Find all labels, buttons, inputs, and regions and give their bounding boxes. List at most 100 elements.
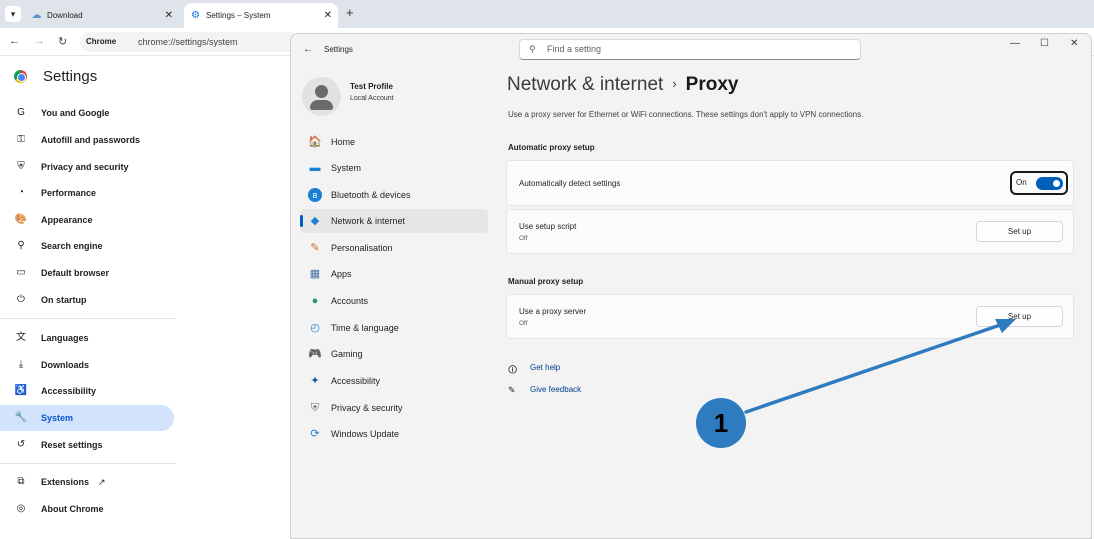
win-nav-home[interactable]: 🏠 Home xyxy=(300,130,488,154)
win-nav-windows-update[interactable]: ⟳ Windows Update xyxy=(300,422,488,446)
avatar[interactable] xyxy=(302,77,341,116)
chrome-nav-system[interactable]: 🔧 System xyxy=(0,405,174,431)
tab-title: Settings – System xyxy=(206,11,271,20)
detect-settings-toggle[interactable]: On xyxy=(1010,171,1068,195)
chrome-nav-on-startup[interactable]: ⏻ On startup xyxy=(0,287,174,313)
page-description: Use a proxy server for Ethernet or WiFi … xyxy=(508,110,864,119)
proxy-server-label: Use a proxy server xyxy=(519,307,587,316)
nav-label: Time & language xyxy=(331,323,399,333)
download-icon: ⤓ xyxy=(18,359,24,370)
toggle-state-label: On xyxy=(1016,178,1027,187)
chevron-right-icon: › xyxy=(672,76,677,91)
profile-name: Test Profile xyxy=(350,82,393,91)
nav-label: Accounts xyxy=(331,296,369,306)
nav-label: Apps xyxy=(331,269,352,279)
back-arrow-icon[interactable]: ← xyxy=(9,35,20,47)
forward-arrow-icon[interactable]: → xyxy=(34,35,45,47)
chrome-nav-performance[interactable]: ◔ Performance xyxy=(0,180,174,206)
tab-close-button[interactable]: ✕ xyxy=(165,3,173,28)
puzzle-icon: ⧉ xyxy=(17,476,25,487)
chrome-nav-downloads[interactable]: ⤓ Downloads xyxy=(0,352,174,378)
key-icon: ⚿ xyxy=(17,134,25,145)
person-icon: ● xyxy=(311,295,319,307)
nav-label: System xyxy=(41,413,74,423)
search-icon: ⚲ xyxy=(17,240,25,251)
win-nav-accessibility[interactable]: ✦ Accessibility xyxy=(300,369,488,393)
gear-icon: ⚙ xyxy=(191,10,200,21)
chrome-nav-languages[interactable]: 文 Languages xyxy=(0,325,174,351)
win-nav-accounts[interactable]: ● Accounts xyxy=(300,289,488,313)
proxy-server-setup-button[interactable]: Set up xyxy=(976,306,1063,327)
nav-divider xyxy=(0,463,176,464)
bluetooth-icon: ʙ xyxy=(308,188,322,202)
minimize-button[interactable]: — xyxy=(1010,38,1020,49)
chrome-nav-autofill[interactable]: ⚿ Autofill and passwords xyxy=(0,127,174,153)
accessibility-icon: ✦ xyxy=(310,375,320,387)
chrome-nav-appearance[interactable]: 🎨 Appearance xyxy=(0,207,174,233)
chrome-logo-icon xyxy=(14,70,27,83)
chrome-nav-accessibility[interactable]: ♿ Accessibility xyxy=(0,378,174,404)
close-button[interactable]: ✕ xyxy=(1070,38,1078,49)
win-nav-gaming[interactable]: 🎮 Gaming xyxy=(300,342,488,366)
win-nav-bluetooth[interactable]: ʙ Bluetooth & devices xyxy=(300,183,488,207)
annotation-badge: 1 xyxy=(696,398,746,448)
tab-close-button[interactable]: ✕ xyxy=(324,3,332,28)
window-title: Settings xyxy=(324,45,353,54)
section-heading-manual: Manual proxy setup xyxy=(508,277,584,286)
external-link-icon: ↗ xyxy=(98,477,106,487)
help-icon: 🛈 xyxy=(508,365,518,375)
browser-tab-strip: ▾ ☁ Download ✕ ⚙ Settings – System ✕ + xyxy=(0,0,1094,28)
globe-clock-icon: ◴ xyxy=(310,322,320,334)
google-icon: G xyxy=(17,107,25,118)
chrome-nav-extensions[interactable]: ⧉ Extensions ↗ xyxy=(0,469,174,495)
nav-label: Search engine xyxy=(41,241,103,251)
nav-label: Network & internet xyxy=(331,216,406,226)
nav-label: Accessibility xyxy=(331,376,381,386)
search-input[interactable]: ⚲ Find a setting xyxy=(519,39,861,60)
get-help-label: Get help xyxy=(530,363,561,372)
toggle-switch xyxy=(1036,177,1063,190)
cloud-icon: ☁ xyxy=(31,10,42,21)
chrome-nav-reset-settings[interactable]: ↺ Reset settings xyxy=(0,432,174,458)
win-nav-system[interactable]: ▬ System xyxy=(300,156,488,180)
setup-script-card: Use setup script Off Set up xyxy=(506,209,1074,254)
chrome-nav-search-engine[interactable]: ⚲ Search engine xyxy=(0,233,174,259)
breadcrumb-parent[interactable]: Network & internet xyxy=(507,74,663,95)
chrome-chip: Chrome xyxy=(86,37,117,46)
back-arrow-icon[interactable]: ← xyxy=(303,44,313,55)
setup-script-status: Off xyxy=(519,235,528,242)
page-title: Settings xyxy=(43,68,98,85)
chrome-nav-default-browser[interactable]: ▭ Default browser xyxy=(0,260,174,286)
setup-script-button[interactable]: Set up xyxy=(976,221,1063,242)
nav-label: About Chrome xyxy=(41,504,104,514)
nav-label: Privacy and security xyxy=(41,162,129,172)
tab-download[interactable]: ☁ Download ✕ xyxy=(25,3,179,28)
chrome-nav-about-chrome[interactable]: ◎ About Chrome xyxy=(0,496,174,522)
win-nav-network[interactable]: ◆ Network & internet xyxy=(300,209,488,233)
address-bar[interactable]: Chrome chrome://settings/system xyxy=(80,32,300,52)
win-nav-apps[interactable]: ▦ Apps xyxy=(300,262,488,286)
detect-settings-label: Automatically detect settings xyxy=(519,179,621,188)
win-nav-privacy[interactable]: ⛨ Privacy & security xyxy=(300,396,488,420)
speedometer-icon: ◔ xyxy=(17,187,25,198)
nav-divider xyxy=(0,318,176,319)
nav-label: Windows Update xyxy=(331,429,400,439)
nav-label: Default browser xyxy=(41,268,110,278)
nav-label: Downloads xyxy=(41,360,90,370)
win-nav-time-language[interactable]: ◴ Time & language xyxy=(300,316,488,340)
win-nav-personalisation[interactable]: ✎ Personalisation xyxy=(300,236,488,260)
shield-icon: ⛨ xyxy=(17,161,25,172)
address-url: chrome://settings/system xyxy=(138,37,238,47)
detect-settings-card: Automatically detect settings xyxy=(506,160,1074,206)
maximize-button[interactable]: ☐ xyxy=(1040,38,1049,49)
nav-label: Extensions xyxy=(41,477,90,487)
windows-settings-window: ← Settings ⚲ Find a setting — ☐ ✕ Test P… xyxy=(290,33,1092,539)
tab-settings-system[interactable]: ⚙ Settings – System ✕ xyxy=(184,3,338,28)
apps-icon: ▦ xyxy=(309,268,321,280)
chrome-nav-you-and-google[interactable]: G You and Google xyxy=(0,100,174,126)
chrome-nav-privacy[interactable]: ⛨ Privacy and security xyxy=(0,154,174,180)
nav-label: Privacy & security xyxy=(331,403,403,413)
new-tab-button[interactable]: + xyxy=(346,5,354,20)
tab-search-menu[interactable]: ▾ xyxy=(5,6,21,22)
reload-icon[interactable]: ↻ xyxy=(58,35,67,48)
